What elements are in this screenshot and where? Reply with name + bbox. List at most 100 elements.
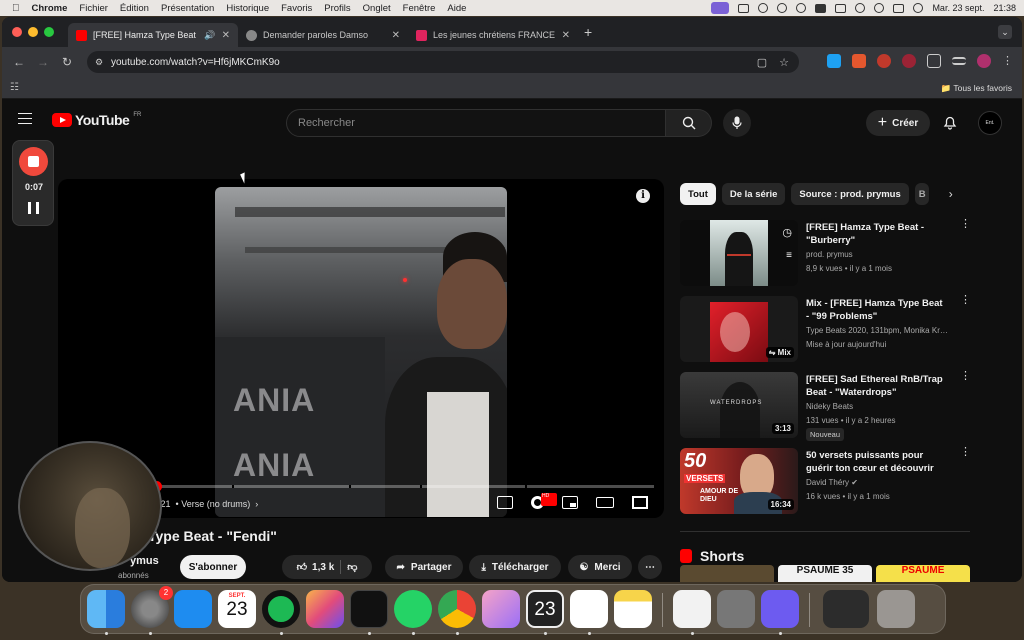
close-tab-icon[interactable]: ✕ — [392, 30, 400, 41]
stop-recording-button[interactable] — [19, 147, 48, 176]
share-button[interactable]: ➦ Partager — [385, 555, 463, 579]
short-thumbnail[interactable]: PSAUME 35 — [778, 565, 872, 582]
calendar-icon[interactable]: SEPT. 23 — [218, 590, 256, 628]
list-item[interactable]: ⇋ Mix Mix - [FREE] Hamza Type Beat - "99… — [680, 294, 971, 370]
menu-edition[interactable]: Édition — [120, 3, 149, 14]
list-item[interactable]: 50 VERSETS AMOUR DE DIEU 16:34 50 verset… — [680, 446, 971, 522]
battery-icon[interactable] — [815, 3, 827, 13]
menu-aide[interactable]: Aide — [447, 3, 466, 14]
chip-source[interactable]: Source : prod. prymus — [791, 183, 909, 205]
site-info-icon[interactable]: ⚙ — [95, 57, 103, 68]
bookmark-star-icon[interactable]: ☆ — [779, 56, 789, 69]
spotlight-search-icon[interactable] — [874, 3, 885, 13]
settings-gear-icon[interactable]: HD — [531, 493, 557, 509]
video-thumbnail[interactable]: 50 VERSETS AMOUR DE DIEU 16:34 — [680, 448, 798, 514]
screen-recorder-status-icon[interactable] — [711, 2, 730, 14]
launchpad-icon[interactable] — [482, 590, 520, 628]
apps-grid-icon[interactable]: ☷ — [10, 82, 19, 93]
all-bookmarks-folder[interactable]: 📁 Tous les favoris — [941, 83, 1012, 94]
recommendation-title[interactable]: [FREE] Hamza Type Beat - "Burberry" — [806, 221, 946, 247]
screen-mirroring-icon[interactable] — [835, 3, 847, 13]
menu-favoris[interactable]: Favoris — [281, 3, 312, 14]
extension-2-icon[interactable] — [852, 54, 866, 68]
siri-icon[interactable] — [913, 3, 924, 13]
app-store-icon[interactable] — [174, 590, 212, 628]
minimized-window-icon[interactable] — [823, 590, 869, 628]
reload-icon[interactable]: ↻ — [60, 55, 74, 69]
spotify-icon[interactable] — [262, 590, 300, 628]
info-icon[interactable]: i — [636, 189, 650, 203]
guide-menu-icon[interactable] — [18, 113, 32, 124]
notes-icon[interactable] — [614, 590, 652, 628]
calculator-icon[interactable] — [717, 590, 755, 628]
close-tab-icon[interactable]: ✕ — [562, 30, 570, 41]
subscribe-button[interactable]: S'abonner — [180, 555, 246, 579]
short-thumbnail[interactable] — [680, 565, 774, 582]
webcam-bubble[interactable] — [18, 441, 162, 571]
menu-profils[interactable]: Profils — [324, 3, 350, 14]
menubar-time[interactable]: 21:38 — [993, 3, 1016, 13]
url-text[interactable]: youtube.com/watch?v=Hf6jMKCmK9o — [111, 57, 280, 68]
video-frame[interactable]: ANIA ANIA — [215, 187, 507, 517]
do-not-disturb-icon[interactable] — [758, 3, 769, 13]
apple-menu-icon[interactable]:  — [12, 3, 20, 14]
fullscreen-icon[interactable] — [632, 496, 648, 509]
trash-icon[interactable] — [877, 590, 915, 628]
more-options-icon[interactable]: ⋮ — [960, 447, 971, 458]
display-icon[interactable] — [738, 3, 750, 13]
more-options-icon[interactable]: ⋮ — [960, 219, 971, 230]
youtube-logo[interactable]: YouTube FR — [52, 112, 141, 128]
chrome-icon[interactable] — [438, 590, 476, 628]
reading-list-icon[interactable] — [952, 57, 966, 65]
menu-fichier[interactable]: Fichier — [79, 3, 108, 14]
new-tab-icon[interactable]: + — [584, 24, 592, 40]
tab-jeunes-chretiens[interactable]: Les jeunes chrétiens FRANCE ✕ — [408, 23, 578, 47]
wifi-icon[interactable] — [855, 3, 866, 13]
watch-later-icon[interactable]: ◷ — [782, 226, 792, 239]
search-input[interactable]: Rechercher — [286, 109, 666, 137]
menu-app-name[interactable]: Chrome — [32, 3, 68, 14]
chips-next-chevron-icon[interactable]: › — [949, 187, 953, 201]
tab-search-icon[interactable]: ⌄ — [998, 25, 1012, 39]
video-thumbnail[interactable]: ◷ ≡ — [680, 220, 798, 286]
now-playing-icon[interactable] — [796, 3, 807, 13]
chrome-menu-icon[interactable]: ⋮ — [1002, 54, 1013, 68]
extensions-puzzle-icon[interactable] — [927, 54, 941, 68]
recommendation-title[interactable]: Mix - [FREE] Hamza Type Beat - "99 Probl… — [806, 297, 946, 323]
cast-icon[interactable]: ▢ — [757, 56, 767, 69]
speaker-icon[interactable]: 🔊 — [204, 30, 215, 41]
zoom-window-button[interactable] — [44, 27, 54, 37]
miniplayer-icon[interactable] — [562, 496, 578, 509]
chip-de-la-serie[interactable]: De la série — [721, 183, 786, 205]
recommendation-title[interactable]: [FREE] Sad Ethereal RnB/Trap Beat - "Wat… — [806, 373, 946, 399]
calendar-widget-icon[interactable]: 23 — [526, 590, 564, 628]
close-tab-icon[interactable]: ✕ — [222, 30, 230, 41]
add-to-queue-icon[interactable]: ≡ — [786, 250, 792, 261]
back-icon[interactable]: ← — [12, 55, 26, 69]
create-button[interactable]: + Créer — [866, 110, 930, 136]
recommendation-title[interactable]: 50 versets puissants pour guérir ton cœu… — [806, 449, 946, 475]
chip-tout[interactable]: Tout — [680, 183, 716, 205]
slack-icon[interactable] — [570, 590, 608, 628]
short-thumbnail[interactable]: PSAUME — [876, 565, 970, 582]
capcut-icon[interactable] — [350, 590, 388, 628]
more-options-icon[interactable]: ⋮ — [960, 295, 971, 306]
menu-onglet[interactable]: Onglet — [363, 3, 391, 14]
extension-3-icon[interactable] — [877, 54, 891, 68]
control-center-icon[interactable] — [893, 3, 905, 13]
forward-icon[interactable]: → — [36, 55, 50, 69]
subtitles-icon[interactable] — [497, 496, 513, 509]
finder-icon[interactable] — [87, 590, 125, 628]
whatsapp-icon[interactable] — [394, 590, 432, 628]
volume-icon[interactable] — [777, 3, 788, 13]
download-button[interactable]: ⤓ Télécharger — [469, 555, 561, 579]
tab-hamza-type-beat[interactable]: [FREE] Hamza Type Beat 🔊 ✕ — [68, 23, 238, 47]
minimize-window-button[interactable] — [28, 27, 38, 37]
list-item[interactable]: ◷ ≡ [FREE] Hamza Type Beat - "Burberry" … — [680, 218, 971, 294]
menu-presentation[interactable]: Présentation — [161, 3, 214, 14]
close-window-button[interactable] — [12, 27, 22, 37]
menu-historique[interactable]: Historique — [226, 3, 269, 14]
recommendation-channel[interactable]: Type Beats 2020, 131bpm, Monika Kruse... — [806, 326, 952, 335]
video-player[interactable]: ANIA ANIA i / 2:21 • Verse (no — [58, 179, 664, 518]
chapter-title[interactable]: • Verse (no drums) — [176, 499, 251, 509]
